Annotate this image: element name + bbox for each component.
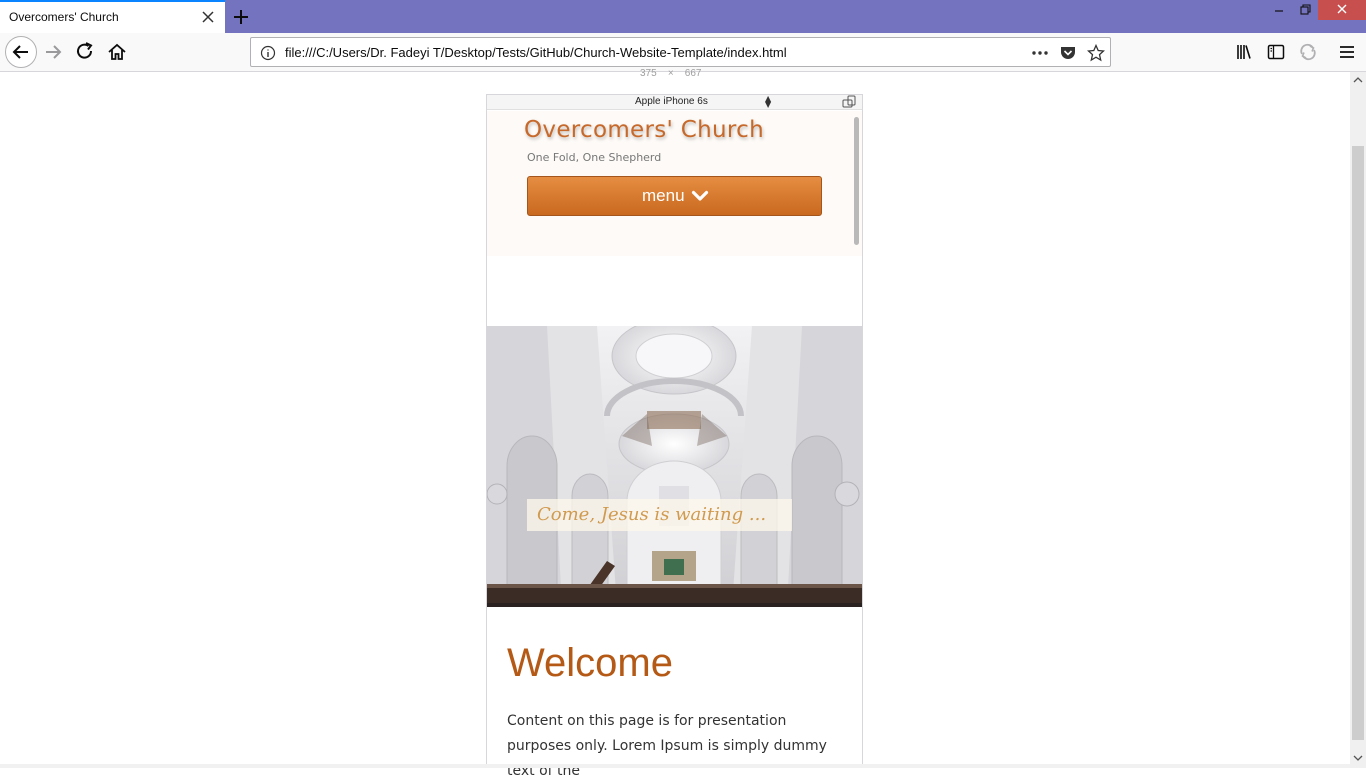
star-icon[interactable] — [1087, 44, 1105, 62]
arrow-right-icon — [46, 45, 62, 59]
menu-button[interactable]: menu — [527, 176, 822, 216]
inner-scrollbar[interactable] — [854, 117, 859, 245]
hamburger-icon — [1340, 46, 1354, 58]
library-button[interactable] — [1229, 37, 1259, 67]
reload-button[interactable] — [70, 37, 100, 67]
rotate-device-icon[interactable] — [842, 95, 858, 109]
pocket-icon[interactable] — [1059, 44, 1077, 62]
close-icon — [1337, 4, 1347, 14]
sidebar-icon — [1267, 44, 1285, 60]
ellipsis-icon[interactable] — [1031, 44, 1049, 62]
select-arrows-icon[interactable]: ▲ ▼ — [765, 95, 771, 109]
plus-icon[interactable] — [230, 6, 252, 28]
home-button[interactable] — [102, 37, 132, 67]
tab-active[interactable]: Overcomers' Church — [0, 0, 225, 33]
tab-title: Overcomers' Church — [9, 10, 119, 24]
window-close-button[interactable] — [1318, 0, 1366, 20]
app-menu-button[interactable] — [1332, 37, 1362, 67]
back-button[interactable] — [5, 36, 37, 68]
scroll-thumb[interactable] — [1352, 146, 1364, 740]
sync-button[interactable] — [1293, 37, 1323, 67]
library-icon — [1237, 45, 1251, 59]
scroll-up-icon[interactable] — [1350, 72, 1366, 88]
url-text[interactable]: file:///C:/Users/Dr. Fadeyi T/Desktop/Te… — [285, 45, 787, 60]
device-toolbar: Apple iPhone 6s ▲ ▼ — [487, 95, 862, 110]
chevron-down-icon — [691, 190, 709, 201]
bottom-edge — [0, 764, 1350, 768]
title-bar: Overcomers' Church — [0, 0, 1366, 33]
menu-label: menu — [642, 186, 685, 205]
device-viewport: Overcomers' Church One Fold, One Shepher… — [487, 111, 862, 768]
home-icon — [108, 43, 126, 60]
device-select[interactable]: Apple iPhone 6s — [635, 96, 708, 107]
site-tagline: One Fold, One Shepherd — [527, 151, 662, 164]
scroll-down-icon[interactable] — [1350, 750, 1366, 766]
reload-icon — [77, 42, 93, 59]
sync-icon — [1300, 43, 1316, 61]
restore-icon — [1300, 4, 1311, 15]
site-title[interactable]: Overcomers' Church — [524, 117, 764, 143]
viewport-height: 667 — [684, 68, 702, 79]
forward-button[interactable] — [38, 37, 68, 67]
dimension-separator: × — [667, 68, 674, 79]
close-icon[interactable] — [199, 8, 217, 26]
arrow-left-icon — [12, 45, 28, 59]
minimize-button[interactable] — [1266, 0, 1292, 20]
viewport-width: 375 — [640, 68, 657, 79]
navigation-toolbar: file:///C:/Users/Dr. Fadeyi T/Desktop/Te… — [0, 33, 1366, 72]
viewport-dimensions: 375 × 667 — [640, 68, 701, 79]
site-header: Overcomers' Church One Fold, One Shepher… — [487, 111, 862, 256]
info-icon[interactable] — [259, 44, 277, 62]
minimize-icon — [1275, 10, 1283, 12]
url-bar[interactable]: file:///C:/Users/Dr. Fadeyi T/Desktop/Te… — [250, 37, 1111, 67]
restore-button[interactable] — [1292, 0, 1318, 20]
sidebar-button[interactable] — [1261, 37, 1291, 67]
